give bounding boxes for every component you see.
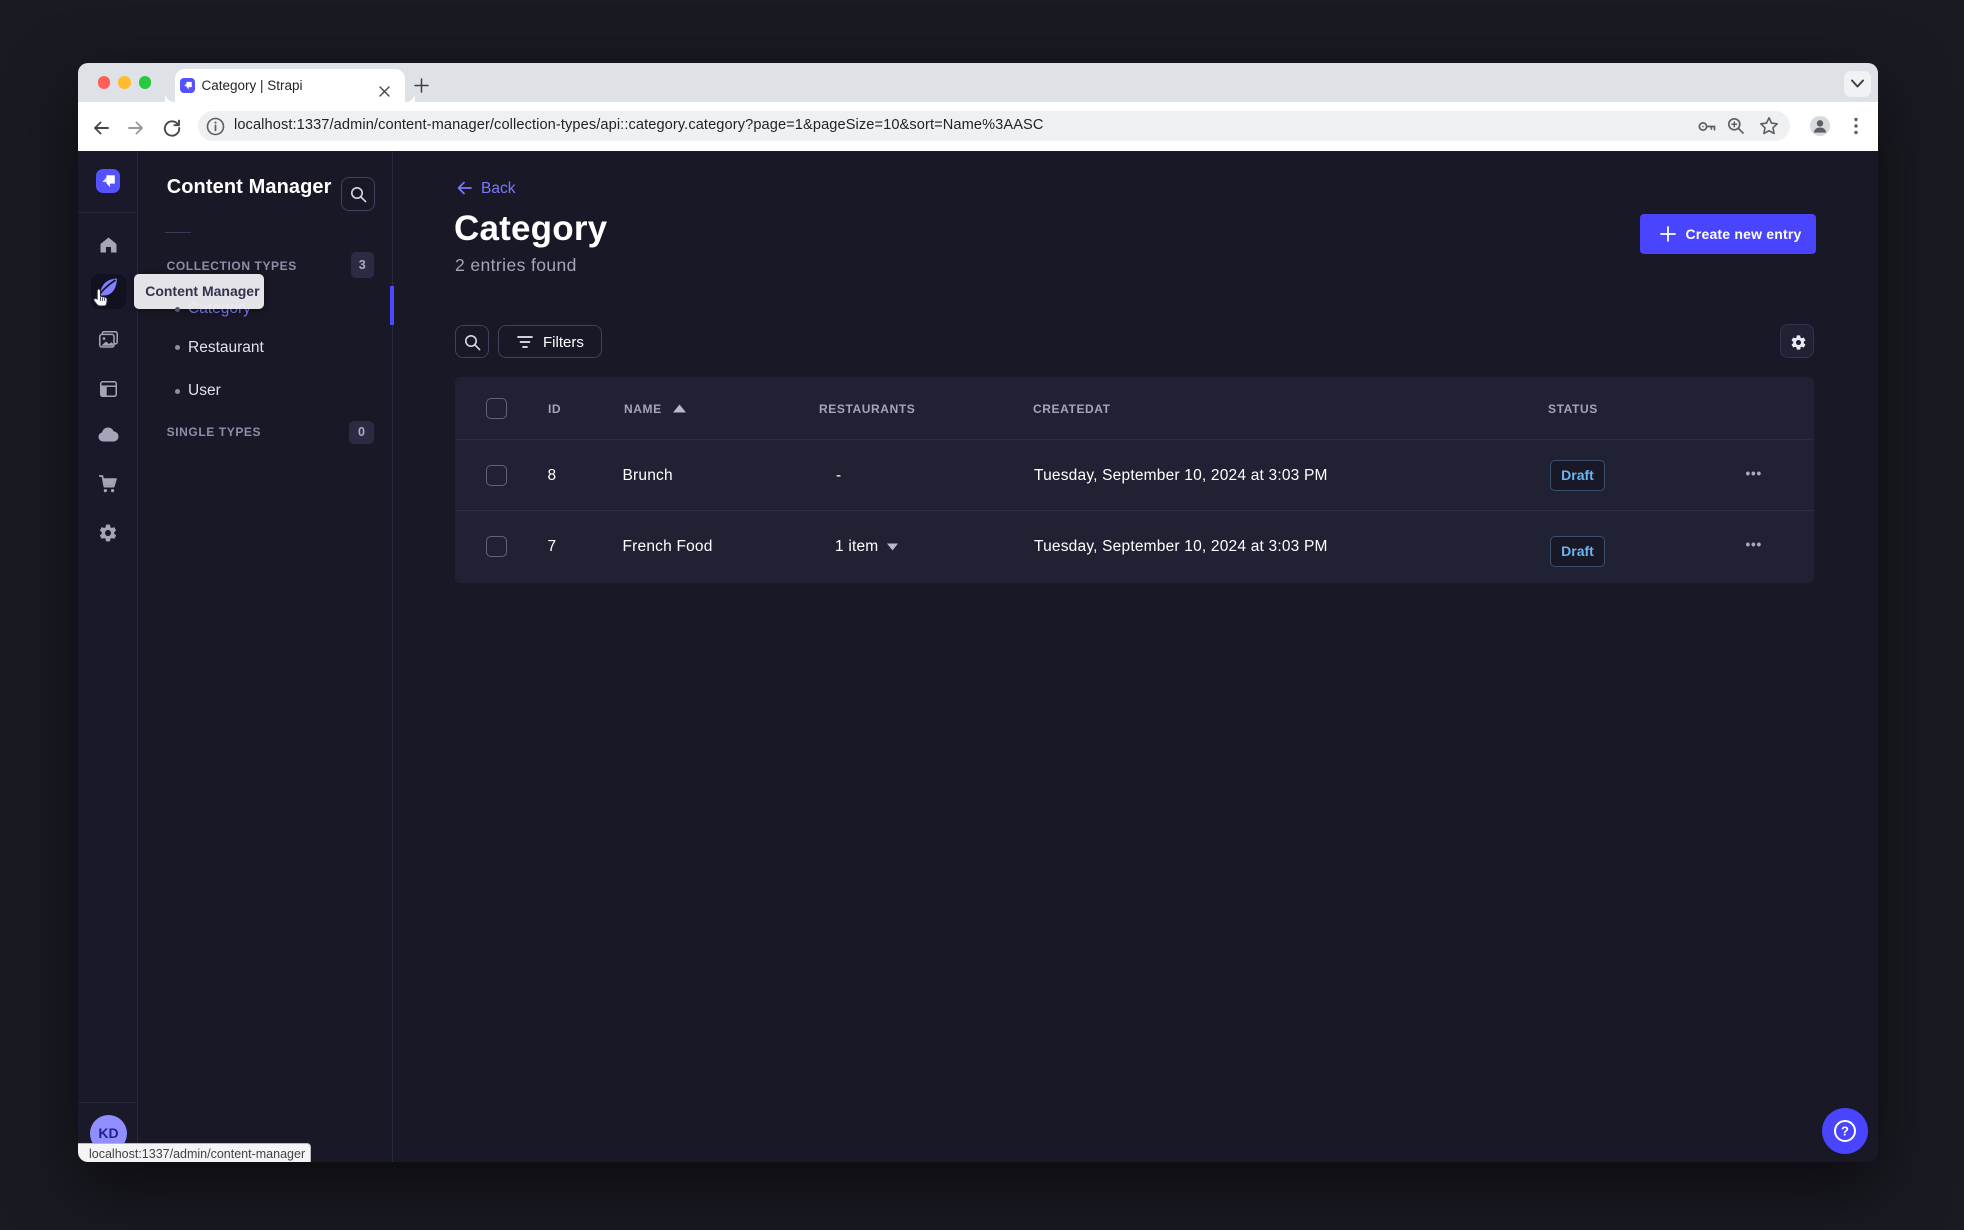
svg-text:?: ? — [1841, 1123, 1849, 1138]
